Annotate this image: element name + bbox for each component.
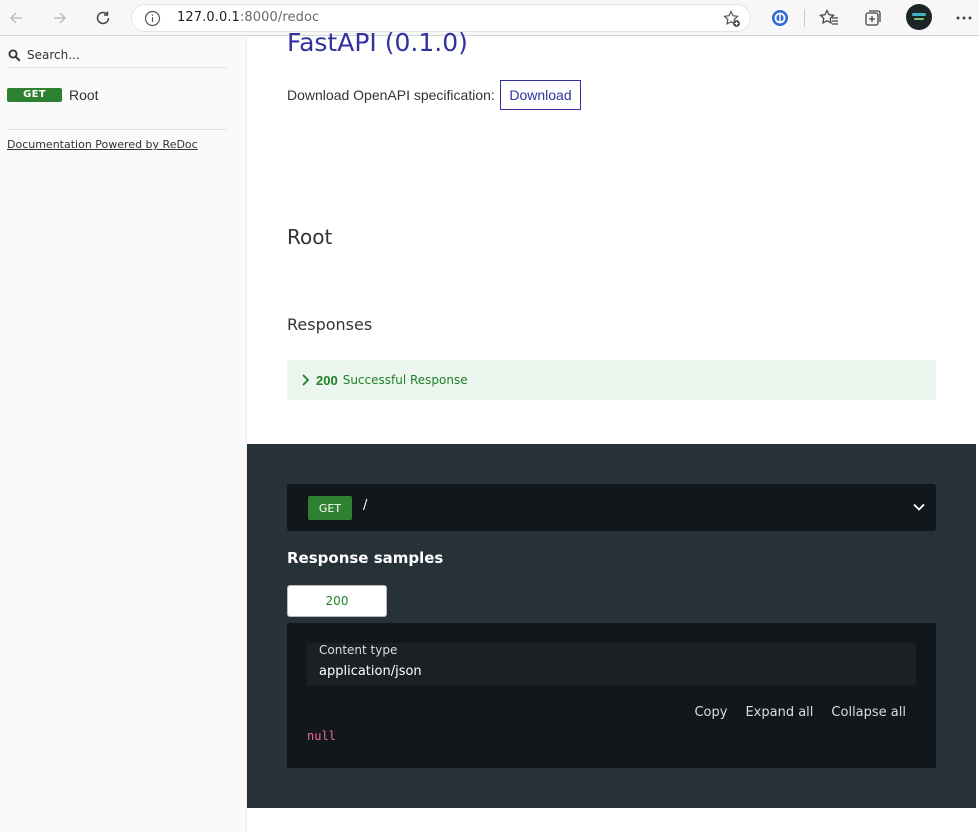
favorites-icon	[819, 8, 838, 25]
forward-button[interactable]	[48, 6, 72, 30]
extension-button[interactable]	[768, 6, 792, 30]
operation-title: Root	[287, 225, 333, 249]
search-box	[7, 45, 227, 68]
browser-toolbar: 127.0.0.1:8000/redoc	[0, 0, 979, 36]
response-samples-heading: Response samples	[287, 549, 444, 567]
info-icon[interactable]	[144, 10, 161, 27]
search-input[interactable]	[27, 46, 222, 64]
get-method-badge: GET	[7, 88, 62, 102]
search-icon	[8, 49, 21, 62]
response-code: 200	[316, 372, 338, 388]
favorites-button[interactable]	[817, 6, 841, 30]
refresh-icon	[96, 11, 110, 25]
sidebar: GET Root Documentation Powered by ReDoc	[0, 37, 247, 832]
samples-panel: GET / Response samples 200 Content type …	[247, 444, 976, 808]
api-title: FastAPI (0.1.0)	[287, 28, 468, 57]
download-button[interactable]: Download	[500, 80, 581, 110]
extension-icon	[772, 10, 788, 26]
sample-json-value: null	[307, 729, 336, 743]
expand-all-button[interactable]: Expand all	[745, 705, 813, 720]
sidebar-item-root[interactable]: GET Root	[7, 87, 237, 105]
collapse-all-button[interactable]: Collapse all	[831, 705, 906, 720]
settings-menu-button[interactable]	[952, 6, 976, 30]
response-200-row[interactable]: 200 Successful Response	[287, 360, 936, 400]
more-icon	[956, 16, 972, 20]
profile-avatar[interactable]	[906, 4, 932, 30]
chevron-right-icon	[302, 374, 310, 386]
chevron-down-icon	[913, 503, 925, 511]
back-button[interactable]	[4, 6, 28, 30]
content-type-value: application/json	[319, 664, 422, 679]
endpoint-bar[interactable]: GET /	[287, 484, 936, 531]
forward-arrow-icon	[54, 12, 67, 24]
sidebar-divider	[7, 129, 227, 130]
toolbar-separator	[804, 9, 805, 27]
content-type-select[interactable]: Content type application/json	[307, 643, 916, 686]
tab-200[interactable]: 200	[287, 585, 387, 617]
sidebar-item-label: Root	[69, 87, 99, 103]
endpoint-path: /	[363, 498, 368, 513]
main-content: FastAPI (0.1.0) Download OpenAPI specifi…	[247, 28, 976, 832]
sample-box: Content type application/json Copy Expan…	[287, 623, 936, 768]
endpoint-method-badge: GET	[308, 496, 352, 520]
download-label: Download OpenAPI specification:	[287, 87, 495, 103]
url-text: 127.0.0.1:8000/redoc	[177, 10, 320, 25]
sample-actions: Copy Expand all Collapse all	[694, 705, 906, 720]
copy-button[interactable]: Copy	[694, 705, 727, 720]
powered-by-redoc-link[interactable]: Documentation Powered by ReDoc	[7, 138, 198, 151]
back-arrow-icon	[9, 12, 22, 24]
content-type-label: Content type	[319, 643, 398, 657]
add-favorite-icon[interactable]	[722, 9, 742, 29]
responses-heading: Responses	[287, 315, 373, 334]
collections-icon	[865, 10, 881, 26]
response-description: Successful Response	[342, 373, 468, 387]
refresh-button[interactable]	[91, 6, 115, 30]
collections-button[interactable]	[861, 6, 885, 30]
